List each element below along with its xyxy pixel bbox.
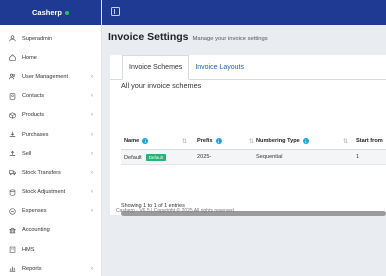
database-icon [8,188,16,196]
brand-logo[interactable]: Casherp [0,0,101,25]
sidebar-item-label: Superadmin [22,35,53,42]
sidebar-item-products[interactable]: Products ‹ [0,106,101,125]
tab-bar: Invoice Schemes Invoice Layouts [122,55,250,80]
sidebar-item-superadmin[interactable]: Superadmin [0,29,101,48]
page-header: Invoice Settings Manage your invoice set… [108,31,268,43]
truck-icon [8,169,16,177]
info-icon[interactable]: i [142,138,149,144]
user-icon [8,35,16,43]
chevron-left-icon: ‹ [91,112,93,119]
invoice-schemes-table: Name i ⇅ Prefix i ⇅ Numbering Type i ⇅ S… [121,134,386,165]
sidebar-nav: Superadmin Home User Management ‹ Contacts ‹ P… [0,25,101,276]
chevron-left-icon: ‹ [91,208,93,215]
cell-name: Default Default [124,154,166,161]
default-badge: Default [145,154,166,161]
sidebar-item-label: Home [22,54,37,61]
sort-icon[interactable]: ⇅ [249,138,254,145]
chevron-left-icon: ‹ [91,189,93,196]
sidebar-item-label: Accounting [22,227,50,234]
tab-invoice-layouts[interactable]: Invoice Layouts [189,55,250,80]
chevron-left-icon: ‹ [91,150,93,157]
online-status-dot [65,10,69,15]
cell-prefix: 2025- [197,154,212,160]
sidebar-item-label: Products [22,112,45,119]
sidebar-item-label: Stock Adjustment [22,189,66,196]
tab-invoice-schemes[interactable]: Invoice Schemes [122,55,190,80]
sidebar-item-stock-transfers[interactable]: Stock Transfers ‹ [0,163,101,182]
chevron-left-icon: ‹ [91,169,93,176]
upload-icon [8,150,16,158]
hotel-icon [8,246,16,254]
main-content: Invoice Settings Manage your invoice set… [102,25,386,276]
cell-numbering-type: Sequential [256,154,283,160]
contacts-icon [8,92,16,100]
sort-desc-icon[interactable]: ⇅ [182,138,187,145]
invoice-settings-card: Invoice Schemes Invoice Layouts All your… [110,55,386,216]
sidebar-item-label: Reports [22,265,42,272]
sidebar-item-purchases[interactable]: Purchases ‹ [0,125,101,144]
sidebar-item-reports[interactable]: Reports ‹ [0,259,101,276]
page-subtitle: Manage your invoice settings [192,36,268,42]
bank-icon [8,226,16,234]
sidebar-item-label: Purchases [22,131,49,138]
sidebar-item-home[interactable]: Home [0,48,101,67]
sort-icon[interactable]: ⇅ [343,138,348,145]
brand-name: Casherp [31,8,62,17]
sidebar-item-label: Expenses [22,208,47,215]
footer-copyright: Casherp - V6.5 | Copyright © 2025 All ri… [116,208,236,214]
sidebar-item-accounting[interactable]: Accounting [0,221,101,240]
box-icon [8,111,16,119]
chevron-left-icon: ‹ [91,93,93,100]
users-icon [8,73,16,81]
sidebar-item-contacts[interactable]: Contacts ‹ [0,87,101,106]
sidebar-item-label: HMS [22,246,35,253]
sidebar-item-expenses[interactable]: Expenses ‹ [0,202,101,221]
table-header: Name i ⇅ Prefix i ⇅ Numbering Type i ⇅ S… [121,134,386,150]
sidebar-item-stock-adjustment[interactable]: Stock Adjustment ‹ [0,183,101,202]
chevron-left-icon: ‹ [91,73,93,80]
info-icon[interactable]: i [215,138,222,144]
sidebar: Casherp Superadmin Home User Management ‹ Co… [0,0,102,276]
column-header-name[interactable]: Name i [124,138,149,144]
minus-circle-icon [8,207,16,215]
sidebar-item-user-management[interactable]: User Management ‹ [0,67,101,86]
sidebar-item-label: User Management [22,73,69,80]
home-icon [8,54,16,62]
sidebar-item-label: Contacts [22,93,45,100]
sidebar-item-sell[interactable]: Sell ‹ [0,144,101,163]
chart-icon [8,265,16,273]
chevron-left-icon: ‹ [91,265,93,272]
sidebar-item-label: Sell [22,150,32,157]
column-header-prefix[interactable]: Prefix i [197,138,222,144]
section-heading: All your invoice schemes [121,81,202,90]
column-header-start-from[interactable]: Start from [356,138,383,144]
top-bar [102,0,386,25]
cell-start-from: 1 [356,154,360,160]
chevron-left-icon: ‹ [91,131,93,138]
info-icon[interactable]: i [302,138,309,144]
download-icon [8,131,16,139]
table-row[interactable]: Default Default 2025- Sequential 1 [121,150,386,165]
sidebar-item-hms[interactable]: HMS [0,240,101,259]
sidebar-item-label: Stock Transfers [22,169,61,176]
sidebar-toggle-icon[interactable] [111,7,120,16]
page-title: Invoice Settings [108,31,189,43]
column-header-numbering-type[interactable]: Numbering Type i [256,138,309,144]
